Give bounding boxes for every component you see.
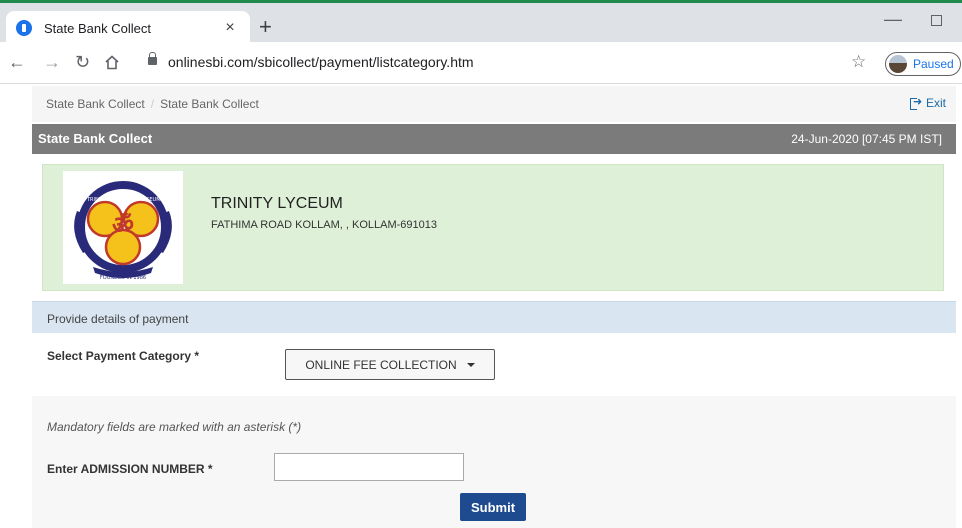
sign-out-icon [909, 95, 922, 110]
profile-button[interactable]: Paused [885, 52, 961, 76]
submit-button[interactable]: Submit [460, 493, 526, 521]
payment-details-header: Provide details of payment [32, 301, 956, 333]
admission-number-label: Enter ADMISSION NUMBER * [47, 462, 213, 476]
payment-form: Mandatory fields are marked with an aste… [32, 396, 956, 528]
url-text: onlinesbi.com/sbicollect/payment/listcat… [168, 54, 474, 70]
tab-title: State Bank Collect [44, 20, 151, 36]
breadcrumb-separator: / [150, 97, 155, 111]
caret-down-icon [466, 362, 475, 367]
section-title: Provide details of payment [47, 312, 189, 326]
back-arrow-icon[interactable]: ← [8, 52, 26, 72]
breadcrumb: State Bank Collect / State Bank Collect [46, 97, 259, 111]
exit-label: Exit [925, 96, 946, 110]
category-label: Select Payment Category * [47, 349, 200, 363]
payment-category-dropdown[interactable]: ONLINE FEE COLLECTION [285, 349, 495, 380]
home-icon[interactable] [104, 54, 120, 74]
new-tab-button[interactable]: + [259, 16, 272, 38]
logo-text: QUILON [113, 185, 133, 191]
browser-tabstrip: State Bank Collect × + — [0, 0, 962, 45]
institution-name: TRINITY LYCEUM [211, 195, 343, 212]
page-title-bar: State Bank Collect 24-Jun-2020 [07:45 PM… [32, 124, 956, 154]
institution-address: FATHIMA ROAD KOLLAM, , KOLLAM-691013 [211, 219, 437, 231]
payment-category-row: Select Payment Category * ONLINE FEE COL… [32, 334, 956, 394]
breadcrumb-item: State Bank Collect [160, 97, 259, 111]
profile-status-label: Paused [913, 57, 954, 71]
avatar [889, 55, 907, 73]
browser-toolbar: ← → ↻ onlinesbi.com/sbicollect/payment/l… [0, 42, 962, 84]
logo-text: FOUNDED IN 1986 [100, 275, 146, 281]
date-time: 24-Jun-2020 [07:45 PM IST] [791, 132, 942, 146]
bookmark-star-icon[interactable]: ☆ [851, 52, 866, 72]
admission-number-input[interactable] [274, 453, 464, 481]
reload-icon[interactable]: ↻ [75, 52, 90, 72]
exit-link[interactable]: Exit [909, 95, 946, 110]
minimize-window-button[interactable]: — [884, 9, 902, 30]
institution-panel: ॐ QUILON TRINITY LYCEUM FOUNDED IN 1986 … [42, 164, 944, 291]
maximize-window-button[interactable] [931, 15, 942, 26]
logo-text: TRINITY [86, 197, 107, 203]
forward-arrow-icon[interactable]: → [43, 52, 61, 72]
breadcrumb-item[interactable]: State Bank Collect [46, 97, 145, 111]
close-tab-icon[interactable]: × [220, 19, 240, 37]
institution-logo: ॐ QUILON TRINITY LYCEUM FOUNDED IN 1986 [63, 171, 183, 284]
logo-text: LYCEUM [141, 197, 161, 203]
sbi-favicon-icon [16, 20, 32, 36]
breadcrumb-bar: State Bank Collect / State Bank Collect Ex… [32, 86, 956, 122]
address-bar[interactable]: onlinesbi.com/sbicollect/payment/listcat… [130, 47, 874, 79]
page-title: State Bank Collect [38, 131, 153, 146]
category-selected-value: ONLINE FEE COLLECTION [305, 357, 457, 372]
mandatory-note: Mandatory fields are marked with an aste… [47, 420, 302, 434]
lock-icon [148, 52, 157, 65]
browser-tab[interactable]: State Bank Collect × [6, 11, 250, 45]
svg-text:ॐ: ॐ [112, 211, 134, 239]
